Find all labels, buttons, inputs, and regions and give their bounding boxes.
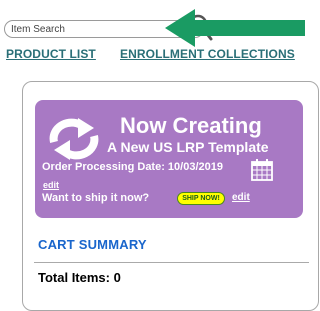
cart-summary-heading: CART SUMMARY [38,237,147,252]
refresh-icon [49,118,99,160]
edit-date-link[interactable]: edit [43,180,59,190]
total-items: Total Items: 0 [38,270,121,285]
banner-subtitle: A New US LRP Template [107,139,269,155]
ship-now-button[interactable]: SHIP NOW! [177,192,225,205]
product-list-link[interactable]: PRODUCT LIST [6,47,96,61]
divider [34,262,309,263]
partial-row [38,287,308,291]
search-input[interactable] [11,22,161,36]
edit-ship-link[interactable]: edit [232,192,250,203]
order-processing-date: Order Processing Date: 10/03/2019 [42,161,223,173]
banner-title: Now Creating [120,113,262,138]
calendar-icon[interactable] [250,158,274,182]
arrow-icon [165,9,305,47]
ship-prompt: Want to ship it now? [42,192,150,204]
